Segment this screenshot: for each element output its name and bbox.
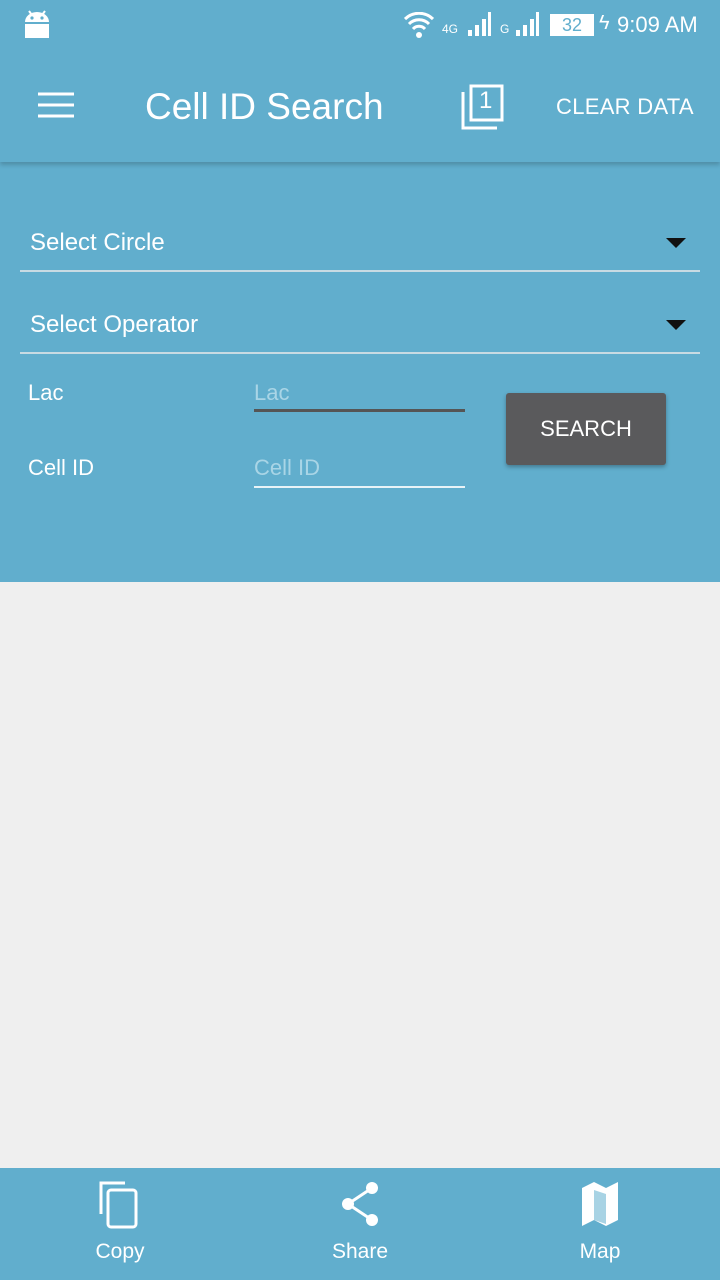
dropdown-arrow-icon: [666, 320, 686, 330]
share-button[interactable]: Share: [240, 1168, 480, 1280]
circle-select[interactable]: Select Circle: [20, 215, 700, 271]
cellid-label: Cell ID: [28, 455, 95, 480]
tabs-count: 1: [479, 87, 493, 114]
search-button[interactable]: SEARCH: [506, 393, 666, 465]
circle-select-value: Select Circle: [30, 229, 165, 256]
network-type-1: 4G: [442, 22, 459, 36]
lac-label: Lac: [28, 380, 64, 405]
bottom-nav: Copy Share Map: [0, 1168, 720, 1280]
status-time: 9:09 AM: [617, 12, 698, 37]
android-icon: [25, 10, 49, 38]
cellid-input[interactable]: [254, 450, 465, 488]
share-label: Share: [331, 1240, 389, 1263]
page-title: Cell ID Search: [145, 86, 384, 127]
operator-select[interactable]: Select Operator: [20, 297, 700, 353]
battery-icon: 32: [550, 14, 594, 36]
signal-icon: [468, 12, 491, 36]
copy-label: Copy: [95, 1240, 145, 1263]
menu-icon[interactable]: [38, 92, 74, 118]
app-bar: 4G G 32 ϟ 9:09 AM Cell ID Search 1 CLEAR…: [0, 0, 720, 162]
map-icon: [582, 1182, 618, 1226]
copy-button[interactable]: Copy: [0, 1168, 240, 1280]
signal-icon: [516, 12, 539, 36]
lac-input[interactable]: [254, 376, 465, 412]
wifi-icon: [404, 12, 434, 38]
copy-icon: [99, 1181, 138, 1229]
dropdown-arrow-icon: [666, 238, 686, 248]
charging-icon: ϟ: [599, 12, 610, 34]
tabs-count-button[interactable]: 1: [460, 84, 504, 130]
clear-data-button[interactable]: CLEAR DATA: [556, 94, 694, 120]
operator-select-value: Select Operator: [30, 311, 199, 338]
map-button[interactable]: Map: [480, 1168, 720, 1280]
share-icon: [342, 1182, 378, 1226]
network-type-2: G: [500, 22, 510, 36]
map-label: Map: [579, 1240, 621, 1263]
divider: [20, 352, 700, 354]
form-panel: 4G G 32 ϟ 9:09 AM Cell ID Search 1 CLEAR…: [0, 0, 720, 582]
divider: [20, 270, 700, 272]
